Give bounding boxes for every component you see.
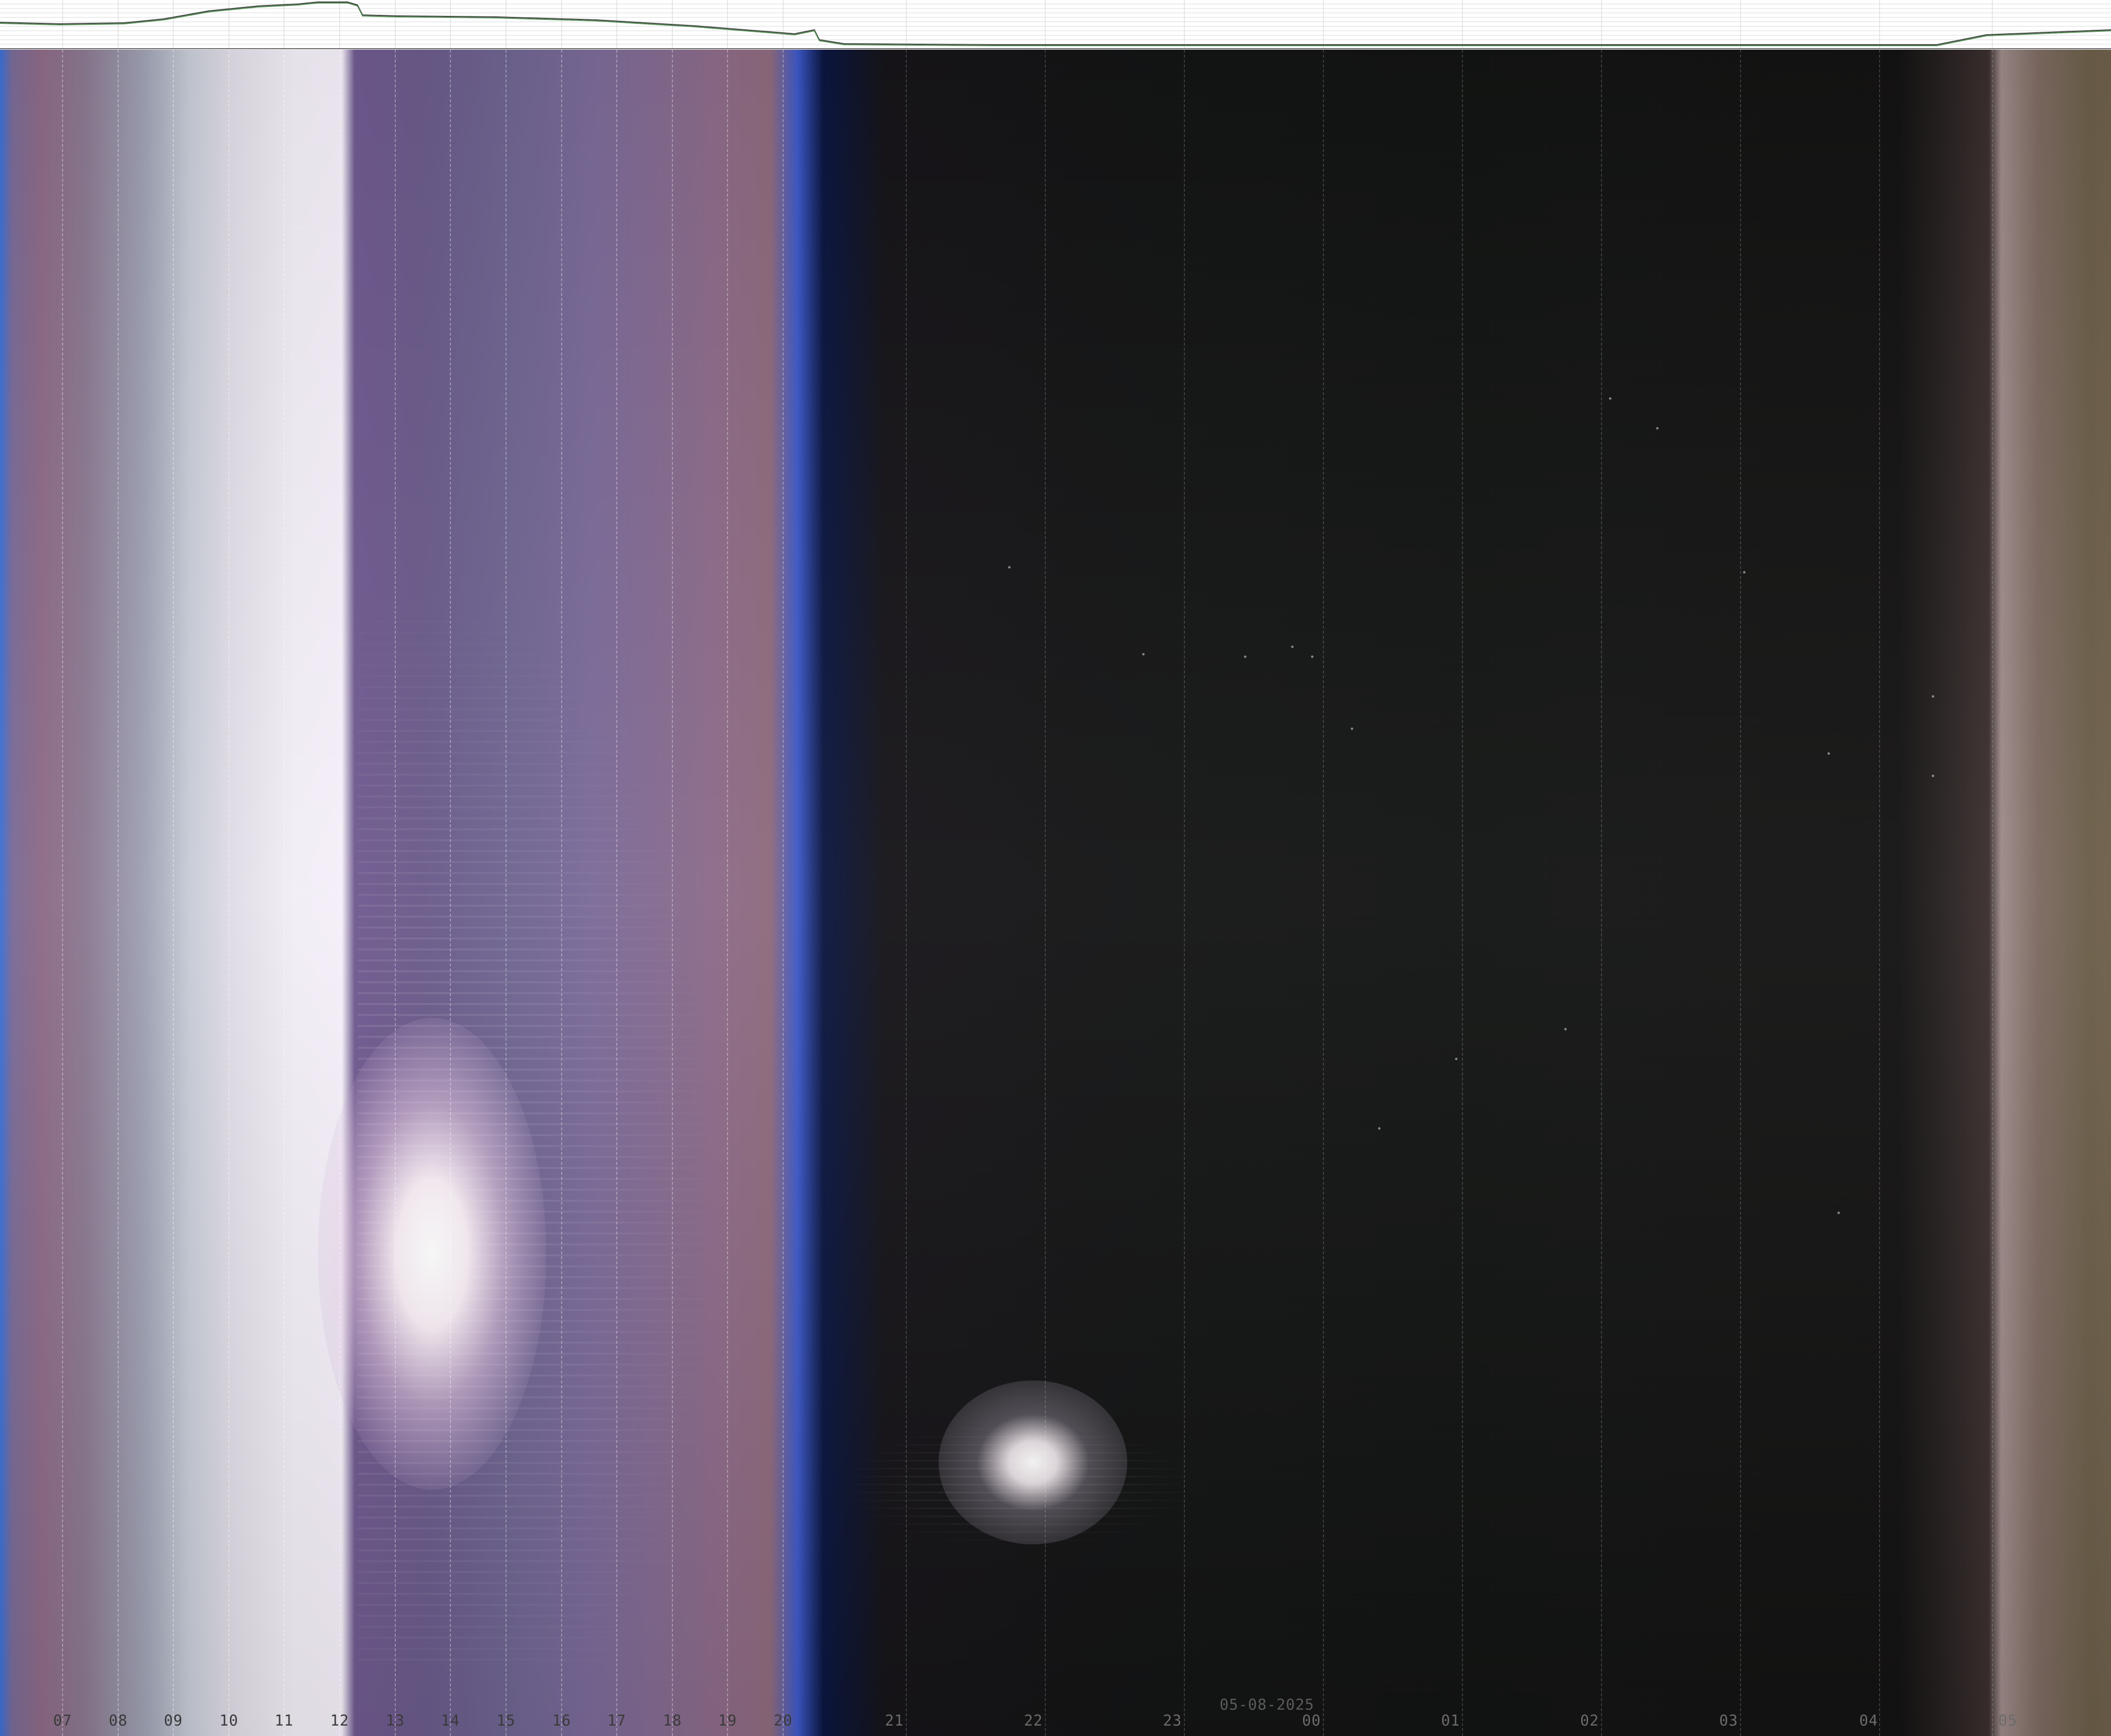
hour-label: 20 [774, 1712, 793, 1730]
hour-label: 00 [1302, 1712, 1321, 1730]
hour-label: 09 [164, 1712, 183, 1730]
hour-label: 22 [1024, 1712, 1043, 1730]
hour-label: 02 [1580, 1712, 1600, 1730]
hour-label: 16 [552, 1712, 572, 1730]
hour-label: 14 [441, 1712, 460, 1730]
hour-label: 10 [219, 1712, 239, 1730]
keogram: 07 08 09 10 11 12 13 14 15 16 17 18 19 20 21 22 23 00 01 02… [0, 0, 2111, 1736]
hour-label: 15 [497, 1712, 516, 1730]
date-label: 05-08-2025 [1220, 1696, 1314, 1714]
secondary-line [0, 2, 2111, 46]
hour-label: 04 [1859, 1712, 1879, 1730]
hour-label: 23 [1163, 1712, 1182, 1730]
hour-label: 13 [386, 1712, 405, 1730]
hour-label: 19 [718, 1712, 737, 1730]
hour-label: 05 [1998, 1712, 2018, 1730]
brightness-graph [0, 0, 2111, 50]
brightness-graph-svg [0, 0, 2111, 50]
hour-label: 17 [607, 1712, 627, 1730]
hour-label: 18 [663, 1712, 682, 1730]
hour-label: 07 [53, 1712, 73, 1730]
hour-label: 21 [885, 1712, 904, 1730]
hour-label: 08 [109, 1712, 128, 1730]
hour-gridlines [62, 50, 1993, 1736]
hour-label: 01 [1441, 1712, 1460, 1730]
hour-label: 03 [1719, 1712, 1739, 1730]
hour-label: 12 [330, 1712, 350, 1730]
hour-label: 11 [275, 1712, 294, 1730]
